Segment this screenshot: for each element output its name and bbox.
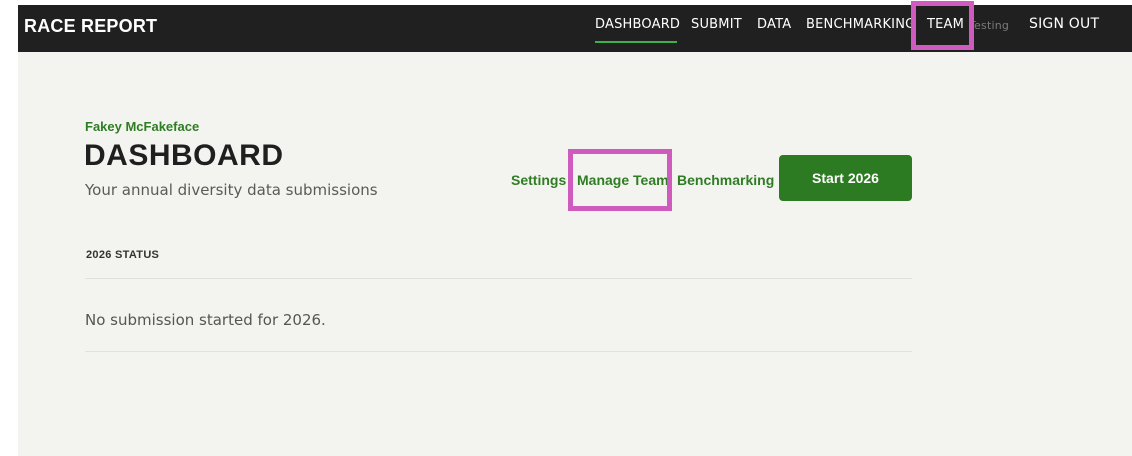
nav-item-testing[interactable]: Testing (969, 19, 1009, 32)
status-section-label: 2026 STATUS (86, 249, 160, 261)
status-divider-bottom (85, 351, 912, 352)
manage-team-highlight-box (568, 149, 672, 211)
nav-item-data[interactable]: DATA (757, 17, 791, 32)
settings-link[interactable]: Settings (511, 172, 566, 188)
nav-item-benchmarking[interactable]: BENCHMARKING (806, 17, 915, 32)
start-submission-button[interactable]: Start 2026 (779, 155, 912, 201)
page-subtitle: Your annual diversity data submissions (85, 181, 378, 199)
top-navigation-bar: RACE REPORT DASHBOARD SUBMIT DATA BENCHM… (18, 1, 1132, 52)
status-divider-top (85, 278, 912, 279)
brand-logo-text[interactable]: RACE REPORT (24, 16, 157, 37)
sign-out-link[interactable]: SIGN OUT (1029, 16, 1099, 32)
nav-item-dashboard[interactable]: DASHBOARD (595, 17, 680, 32)
page-title: DASHBOARD (84, 139, 284, 172)
organization-name: Fakey McFakeface (85, 119, 200, 134)
benchmarking-link[interactable]: Benchmarking (677, 172, 774, 188)
team-highlight-box (911, 1, 974, 50)
status-message: No submission started for 2026. (85, 311, 326, 329)
nav-item-submit[interactable]: SUBMIT (691, 17, 742, 32)
app-frame: RACE REPORT DASHBOARD SUBMIT DATA BENCHM… (18, 1, 1132, 456)
active-nav-indicator (595, 41, 677, 43)
